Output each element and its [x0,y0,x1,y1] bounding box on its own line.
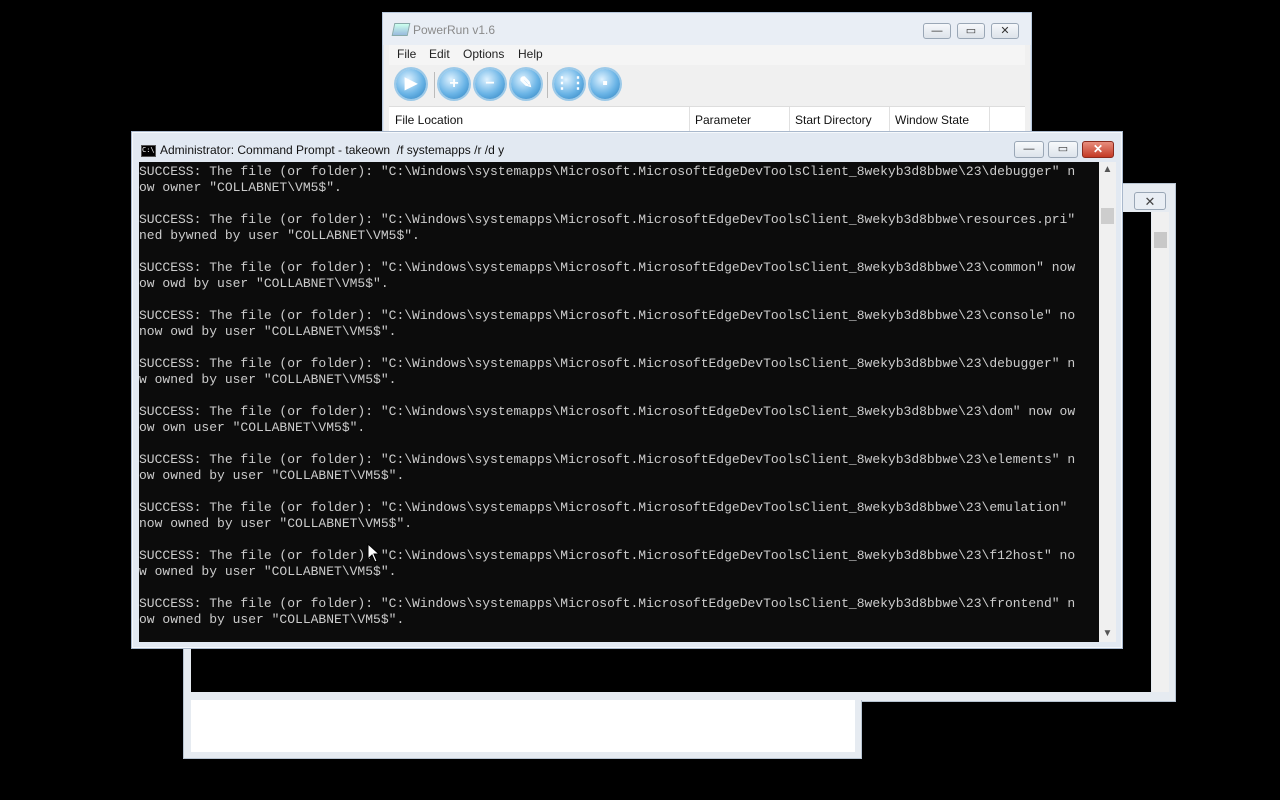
scroll-up-icon[interactable]: ▲ [1099,162,1116,178]
powerrun-list-header: File Location Parameter Start Directory … [389,106,1025,131]
console-line: ow own user "COLLABNET\VM5$". [139,420,366,435]
console-line: ow owned by user "COLLABNET\VM5$". [139,468,405,483]
grid-icon[interactable]: ⋮⋮ [554,69,586,99]
console-icon[interactable]: ▪ [590,69,620,99]
console-line: SUCCESS: The file (or folder): "C:\Windo… [139,356,1076,371]
console-output[interactable]: SUCCESS: The file (or folder): "C:\Windo… [139,162,1099,642]
cmd-close-button[interactable]: ✕ [1082,141,1114,158]
powerrun-minimize-button[interactable]: — [923,23,951,39]
powerrun-close-button[interactable]: ✕ [991,23,1019,39]
menu-edit[interactable]: Edit [429,47,450,61]
command-prompt-window: C:\ Administrator: Command Prompt - take… [131,131,1123,649]
powerrun-title-bar[interactable]: PowerRun v1.6 — ▭ ✕ [383,13,1031,45]
mouse-cursor-icon [367,543,381,563]
powerrun-title: PowerRun v1.6 [413,23,496,37]
cmd-title: Administrator: Command Prompt - takeown … [160,143,505,157]
cmd-scrollbar[interactable]: ▲ ▼ [1099,162,1116,642]
toolbar-separator [547,72,548,98]
powerrun-toolbar: ▶ + − ✎ ⋮⋮ ▪ [389,66,1025,104]
console-line: ow owd by user "COLLABNET\VM5$". [139,276,389,291]
background-scrollbar[interactable] [1152,212,1169,692]
background-close-button[interactable]: ✕ [1134,192,1166,210]
console-line: SUCCESS: The file (or folder): "C:\Windo… [139,548,1076,563]
console-line: SUCCESS: The file (or folder): "C:\Windo… [139,596,1076,611]
run-icon[interactable]: ▶ [396,69,426,99]
toolbar-separator [434,72,435,98]
console-line: now owd by user "COLLABNET\VM5$". [139,324,397,339]
background-scroll-thumb[interactable] [1154,232,1167,248]
column-parameter[interactable]: Parameter [695,113,751,127]
add-icon[interactable]: + [439,69,469,99]
menu-file[interactable]: File [397,47,416,61]
scroll-down-icon[interactable]: ▼ [1099,626,1116,642]
cmd-maximize-button[interactable]: ▭ [1048,141,1078,158]
background-white-panel [191,700,855,752]
console-line: SUCCESS: The file (or folder): "C:\Windo… [139,308,1076,323]
console-line: SUCCESS: The file (or folder): "C:\Windo… [139,452,1076,467]
edit-icon[interactable]: ✎ [511,69,541,99]
console-line: SUCCESS: The file (or folder): "C:\Windo… [139,500,1068,515]
powerrun-app-icon [391,23,411,36]
powerrun-window: PowerRun v1.6 — ▭ ✕ File Edit Options He… [382,12,1032,134]
menu-options[interactable]: Options [463,47,504,61]
cmd-title-bar[interactable]: C:\ Administrator: Command Prompt - take… [132,132,1122,162]
console-line: SUCCESS: The file (or folder): "C:\Windo… [139,404,1076,419]
console-line: now owned by user "COLLABNET\VM5$". [139,516,413,531]
powerrun-menu-bar: File Edit Options Help [389,45,1025,65]
cmd-minimize-button[interactable]: — [1014,141,1044,158]
console-line: w owned by user "COLLABNET\VM5$". [139,564,397,579]
console-line: ned bywned by user "COLLABNET\VM5$". [139,228,420,243]
cmd-scroll-thumb[interactable] [1101,208,1114,224]
console-text: SUCCESS: The file (or folder): "C:\Windo… [139,164,1075,628]
column-file-location[interactable]: File Location [395,113,463,127]
powerrun-maximize-button[interactable]: ▭ [957,23,985,39]
column-window-state[interactable]: Window State [895,113,969,127]
console-line: SUCCESS: The file (or folder): "C:\Windo… [139,260,1076,275]
console-line: ow owner "COLLABNET\VM5$". [139,180,342,195]
column-start-directory[interactable]: Start Directory [795,113,872,127]
console-line: SUCCESS: The file (or folder): "C:\Windo… [139,212,1076,227]
menu-help[interactable]: Help [518,47,543,61]
console-line: w owned by user "COLLABNET\VM5$". [139,372,397,387]
cmd-app-icon: C:\ [141,145,156,157]
console-line: ow owned by user "COLLABNET\VM5$". [139,612,405,627]
background-window-lower [183,700,862,759]
remove-icon[interactable]: − [475,69,505,99]
console-line: SUCCESS: The file (or folder): "C:\Windo… [139,164,1076,179]
